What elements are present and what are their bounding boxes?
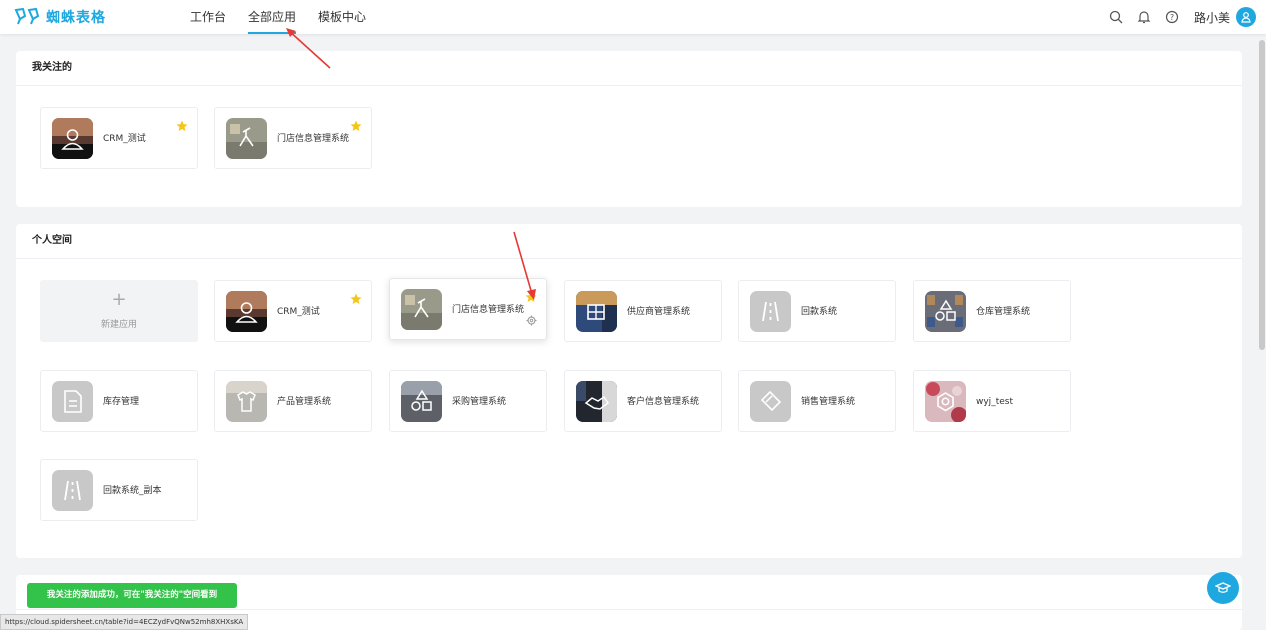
app-card-payment-copy[interactable]: 回款系统_副本: [40, 459, 198, 521]
app-card-label: 门店信息管理系统: [452, 305, 525, 315]
user-icon: [1241, 12, 1251, 23]
app-thumbnail-store: [226, 118, 267, 159]
app-thumbnail-warehouse: [925, 291, 966, 332]
graduation-cap-icon: [1215, 582, 1231, 593]
star-icon[interactable]: [350, 293, 362, 305]
status-url: https://cloud.spidersheet.cn/table?id=4E…: [0, 614, 249, 630]
app-card-label: CRM_测试: [277, 307, 320, 317]
top-bar: 蜘蛛表格 工作台 全部应用 模板中心 ? 路小美: [0, 0, 1266, 34]
app-card-wyj-test[interactable]: wyj_test: [913, 370, 1071, 432]
search-icon[interactable]: [1108, 9, 1124, 25]
spider-logo-icon: [14, 7, 40, 25]
app-thumbnail-crm: [52, 118, 93, 159]
new-app-label: 新建应用: [100, 320, 137, 330]
app-card-crm-test[interactable]: CRM_测试: [214, 280, 372, 342]
new-app-button[interactable]: + 新建应用: [40, 280, 198, 342]
app-thumbnail-crm: [226, 291, 267, 332]
app-card-label: 库存管理: [103, 397, 140, 407]
app-thumbnail-store: [401, 289, 442, 330]
app-card-sales[interactable]: 销售管理系统: [738, 370, 896, 432]
help-icon[interactable]: ?: [1164, 9, 1180, 25]
app-card-payment[interactable]: 回款系统: [738, 280, 896, 342]
app-card-label: 门店信息管理系统: [277, 134, 350, 144]
app-card-label: 回款系统_副本: [103, 486, 162, 496]
plus-icon: +: [111, 289, 127, 310]
app-thumbnail-customer: [576, 381, 617, 422]
scrollbar-thumb[interactable]: [1259, 40, 1265, 350]
app-card-label: 客户信息管理系统: [627, 397, 700, 407]
app-name: 蜘蛛表格: [46, 10, 106, 26]
main-nav: 工作台 全部应用 模板中心: [190, 0, 388, 34]
app-thumbnail-purchase: [401, 381, 442, 422]
personal-space-title: 个人空间: [16, 224, 1242, 259]
app-thumbnail-product: [226, 381, 267, 422]
app-card-product[interactable]: 产品管理系统: [214, 370, 372, 432]
app-thumbnail-inventory: [52, 381, 93, 422]
nav-workbench[interactable]: 工作台: [190, 0, 226, 34]
gear-icon[interactable]: [526, 315, 537, 326]
favorites-panel: 我关注的 CRM_测试 门店信息管理系统: [16, 51, 1242, 207]
app-logo[interactable]: 蜘蛛表格: [14, 7, 106, 27]
favorites-title: 我关注的: [16, 51, 1242, 86]
app-card-label: wyj_test: [976, 397, 1013, 407]
help-center-button[interactable]: [1207, 572, 1239, 604]
app-card-label: 产品管理系统: [277, 397, 332, 407]
app-card-crm-test[interactable]: CRM_测试: [40, 107, 198, 169]
success-toast: 我关注的添加成功，可在"我关注的"空间看到: [27, 583, 237, 608]
app-card-purchase[interactable]: 采购管理系统: [389, 370, 547, 432]
nav-all-apps[interactable]: 全部应用: [248, 0, 297, 34]
app-card-label: 仓库管理系统: [976, 307, 1031, 317]
personal-space-panel: 个人空间 + 新建应用 CRM_测试 门店信息管理系统 供应商管理系统 回款系统: [16, 224, 1242, 558]
nav-template-center[interactable]: 模板中心: [318, 0, 366, 34]
user-name[interactable]: 路小美: [1194, 9, 1230, 26]
svg-text:?: ?: [1170, 13, 1174, 22]
app-thumbnail-payment-copy: [52, 470, 93, 511]
app-thumbnail-payment: [750, 291, 791, 332]
app-card-store-info[interactable]: 门店信息管理系统: [214, 107, 372, 169]
app-card-label: 采购管理系统: [452, 397, 507, 407]
app-card-label: 供应商管理系统: [627, 307, 691, 317]
top-right-actions: ? 路小美: [1096, 0, 1256, 34]
star-icon[interactable]: [176, 120, 188, 132]
app-card-label: 销售管理系统: [801, 397, 856, 407]
app-card-customer[interactable]: 客户信息管理系统: [564, 370, 722, 432]
star-icon[interactable]: [525, 291, 537, 303]
app-card-warehouse[interactable]: 仓库管理系统: [913, 280, 1071, 342]
star-icon[interactable]: [350, 120, 362, 132]
app-card-label: CRM_测试: [103, 134, 146, 144]
section-divider: [16, 609, 1242, 610]
app-thumbnail-sales: [750, 381, 791, 422]
app-card-label: 回款系统: [801, 307, 838, 317]
app-card-inventory[interactable]: 库存管理: [40, 370, 198, 432]
app-card-store-info[interactable]: 门店信息管理系统: [389, 278, 547, 340]
app-thumbnail-wyj: [925, 381, 966, 422]
app-card-supplier[interactable]: 供应商管理系统: [564, 280, 722, 342]
bell-icon[interactable]: [1136, 9, 1152, 25]
user-avatar[interactable]: [1236, 7, 1256, 27]
app-thumbnail-supplier: [576, 291, 617, 332]
